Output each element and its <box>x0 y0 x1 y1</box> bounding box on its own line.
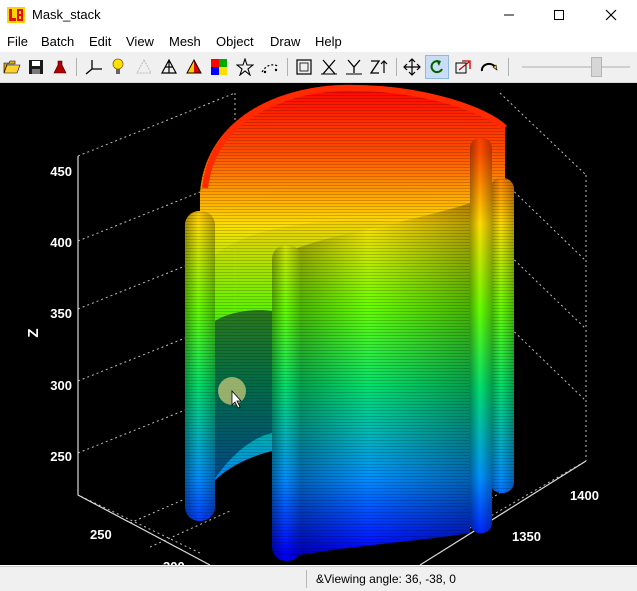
menu-mesh[interactable]: Mesh <box>169 34 201 49</box>
wireframe-button[interactable] <box>157 55 181 79</box>
curve-points-icon <box>261 64 279 74</box>
rotate-button[interactable] <box>425 55 449 79</box>
curve-button[interactable] <box>258 55 282 79</box>
menu-draw[interactable]: Draw <box>270 34 300 49</box>
menu-help[interactable]: Help <box>315 34 342 49</box>
menu-object[interactable]: Object <box>216 34 254 49</box>
y-tick-1350: 1350 <box>512 529 541 544</box>
z-tick-350: 350 <box>50 306 72 321</box>
x-tick-300: 300 <box>163 559 185 565</box>
surface-plot[interactable]: Z 450 400 350 300 250 250 300 1400 1350 <box>0 83 637 565</box>
axes-icon <box>85 60 102 75</box>
status-bar: &Viewing angle: 36, -38, 0 <box>0 566 637 591</box>
star-icon <box>236 58 254 76</box>
y-tick-1400: 1400 <box>570 488 599 503</box>
move-arrows-icon <box>403 58 421 76</box>
close-icon <box>605 9 617 21</box>
close-button[interactable] <box>588 0 634 30</box>
colormap-icon <box>211 59 227 75</box>
view-z-button[interactable] <box>367 55 391 79</box>
menu-bar: File Batch Edit View Mesh Object Draw He… <box>0 30 637 52</box>
left-pillar <box>185 211 215 521</box>
shaded-surface-icon <box>186 58 202 74</box>
zoom-button[interactable] <box>451 55 475 79</box>
view-z-axis-icon <box>369 60 388 74</box>
maximize-icon <box>554 10 564 20</box>
right-pillar <box>470 138 514 533</box>
z-tick-250: 250 <box>50 449 72 464</box>
mesh-points-button[interactable] <box>132 55 156 79</box>
z-axis-label: Z <box>25 328 42 337</box>
zoom-box-icon <box>455 60 471 74</box>
menu-edit[interactable]: Edit <box>89 34 111 49</box>
mesh-points-icon <box>136 58 152 74</box>
axes-button[interactable] <box>82 55 106 79</box>
open-folder-icon <box>3 60 21 74</box>
wireframe-icon <box>160 58 178 74</box>
save-button[interactable] <box>24 55 48 79</box>
zoom-slider-track[interactable] <box>522 66 630 68</box>
open-button[interactable] <box>0 55 24 79</box>
arc-arrow-icon <box>480 62 498 72</box>
zoom-slider-thumb[interactable] <box>591 57 602 77</box>
z-axis-ticks: 450 400 350 300 250 <box>50 164 72 464</box>
y-axis-ticks: 1400 1350 <box>512 488 599 544</box>
colormap-button[interactable] <box>207 55 231 79</box>
shaded-button[interactable] <box>182 55 206 79</box>
title-bar: Mask_stack <box>0 0 637 30</box>
fit-view-button[interactable] <box>292 55 316 79</box>
light-button[interactable] <box>106 55 130 79</box>
3d-viewport[interactable]: Z 450 400 350 300 250 250 300 1400 1350 <box>0 83 637 565</box>
star-button[interactable] <box>233 55 257 79</box>
erase-button[interactable] <box>48 55 72 79</box>
menu-file[interactable]: File <box>7 34 28 49</box>
window-title: Mask_stack <box>32 7 101 22</box>
view-x-axis-icon <box>321 59 337 75</box>
minimize-button[interactable] <box>486 0 532 30</box>
minimize-icon <box>504 14 514 16</box>
bounding-box-icon <box>296 59 312 75</box>
view-y-axis-icon <box>346 59 362 75</box>
z-tick-450: 450 <box>50 164 72 179</box>
app-logo-icon <box>7 7 25 23</box>
z-tick-300: 300 <box>50 378 72 393</box>
z-tick-400: 400 <box>50 235 72 250</box>
x-axis-ticks: 250 300 <box>90 527 185 565</box>
viewing-angle-status: &Viewing angle: 36, -38, 0 <box>316 572 456 586</box>
menu-batch[interactable]: Batch <box>41 34 74 49</box>
view-y-button[interactable] <box>342 55 366 79</box>
spin-button[interactable] <box>477 55 501 79</box>
menu-view[interactable]: View <box>126 34 154 49</box>
light-bulb-icon <box>112 58 124 74</box>
x-tick-250: 250 <box>90 527 112 542</box>
rotate-icon <box>430 60 443 74</box>
maximize-button[interactable] <box>536 0 582 30</box>
save-disk-icon <box>29 60 43 74</box>
pan-button[interactable] <box>400 55 424 79</box>
view-x-button[interactable] <box>317 55 341 79</box>
flask-icon <box>53 60 67 74</box>
front-pillar <box>272 245 302 561</box>
